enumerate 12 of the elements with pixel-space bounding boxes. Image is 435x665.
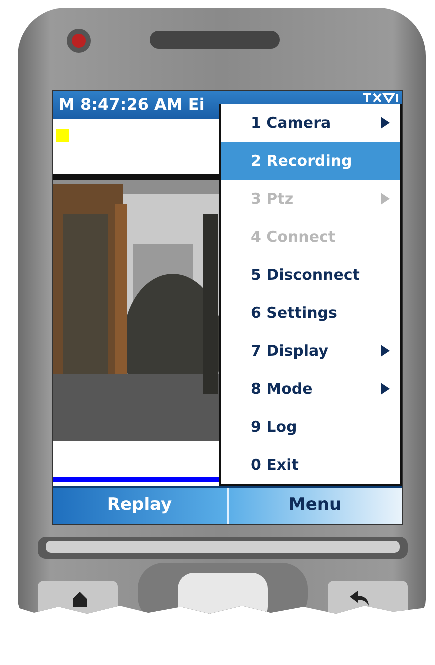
menu-item[interactable]: 7 Display: [221, 332, 400, 370]
softkey[interactable]: Menu: [226, 488, 402, 524]
menu-item[interactable]: 5 Disconnect: [221, 256, 400, 294]
menu-item[interactable]: 8 Mode: [221, 370, 400, 408]
menu-item[interactable]: 6 Settings: [221, 294, 400, 332]
menu-item[interactable]: 9 Log: [221, 408, 400, 446]
window-title: M 8:47:26 AM Ei: [59, 94, 205, 116]
menu-item[interactable]: 0 Exit: [221, 446, 400, 484]
recording-indicator-icon: [56, 129, 69, 142]
camera-icon: [66, 28, 92, 54]
softkey[interactable]: Replay: [53, 488, 226, 524]
menu-item[interactable]: 1 Camera: [221, 104, 400, 142]
